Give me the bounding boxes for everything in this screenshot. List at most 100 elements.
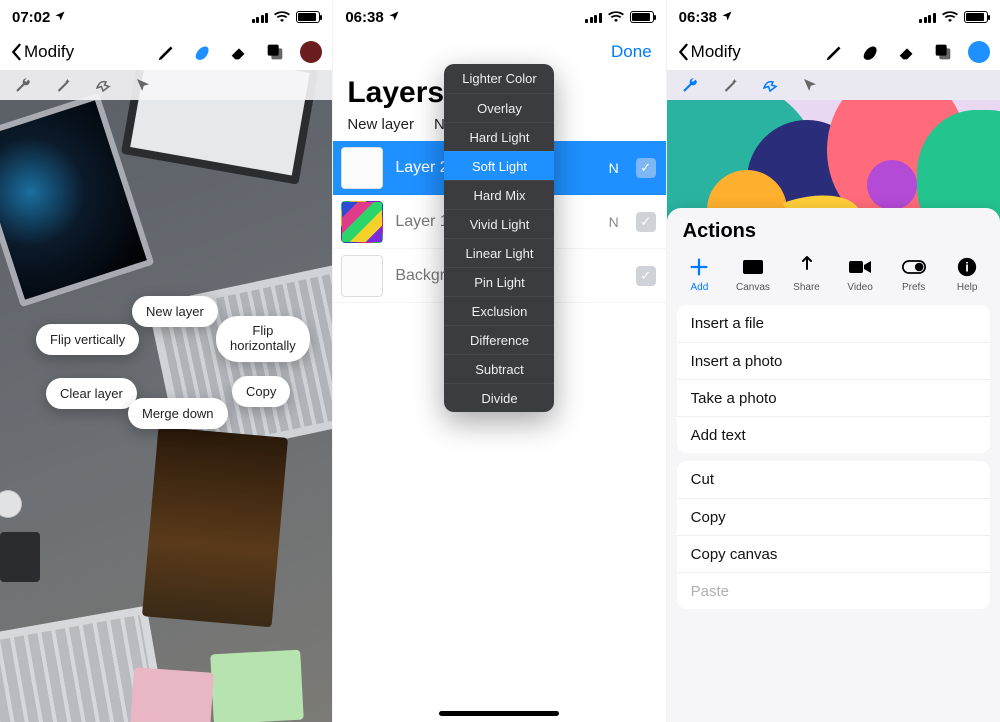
- phone-middle: 06:38 Done Layers New layer New group La…: [333, 0, 666, 722]
- eraser-icon[interactable]: [896, 41, 918, 63]
- tab-label: Help: [957, 282, 978, 293]
- photo-charger: [0, 532, 40, 582]
- actions-tab-share[interactable]: Share: [782, 255, 832, 293]
- layer-visibility-checkbox[interactable]: ✓: [636, 158, 656, 178]
- tab-label: Video: [847, 282, 872, 293]
- touch-indicator: [0, 490, 22, 518]
- photo-book: [142, 427, 288, 628]
- blend-mode-option[interactable]: Lighter Color: [444, 64, 554, 93]
- clock: 06:38: [679, 9, 717, 26]
- action-row[interactable]: Copy: [677, 498, 990, 535]
- phone-left: 07:02 Modify: [0, 0, 333, 722]
- color-swatch[interactable]: [968, 41, 990, 63]
- action-row[interactable]: Add text: [677, 416, 990, 453]
- share-icon: [795, 255, 819, 279]
- home-indicator[interactable]: [439, 711, 559, 716]
- action-row[interactable]: Cut: [677, 461, 990, 498]
- blend-mode-menu: Lighter ColorOverlayHard LightSoft Light…: [444, 64, 554, 412]
- layer-thumbnail: [341, 201, 383, 243]
- radial-clear-layer[interactable]: Clear layer: [46, 378, 137, 409]
- smudge-icon[interactable]: [192, 41, 214, 63]
- blend-mode-option[interactable]: Exclusion: [444, 296, 554, 325]
- action-row[interactable]: Insert a photo: [677, 342, 990, 379]
- modify-toolbar: [667, 70, 1000, 100]
- layer-visibility-checkbox[interactable]: ✓: [636, 212, 656, 232]
- cursor-icon[interactable]: [801, 76, 819, 94]
- art-blob: [867, 160, 917, 210]
- action-row[interactable]: Copy canvas: [677, 535, 990, 572]
- blend-mode-option[interactable]: Divide: [444, 383, 554, 412]
- actions-sheet: Actions Add Canvas Share Video Prefsi Help In…: [667, 208, 1000, 722]
- statusbar: 06:38: [667, 0, 1000, 34]
- signal-icon: [919, 12, 936, 23]
- selection-icon[interactable]: [94, 76, 112, 94]
- new-layer-button[interactable]: New layer: [347, 116, 414, 133]
- back-button[interactable]: Modify: [677, 42, 741, 62]
- blend-mode-option[interactable]: Overlay: [444, 93, 554, 122]
- chevron-left-icon: [10, 43, 22, 61]
- location-icon: [54, 9, 66, 26]
- statusbar: 06:38: [333, 0, 665, 34]
- help-icon: i: [955, 255, 979, 279]
- tab-label: Share: [793, 282, 820, 293]
- pencil-icon[interactable]: [824, 41, 846, 63]
- tab-label: Canvas: [736, 282, 770, 293]
- radial-flip-vertically[interactable]: Flip vertically: [36, 324, 139, 355]
- cursor-icon[interactable]: [134, 76, 152, 94]
- wifi-icon: [608, 9, 624, 26]
- layers-icon[interactable]: [264, 41, 286, 63]
- action-row-disabled: Paste: [677, 572, 990, 609]
- layer-visibility-checkbox[interactable]: ✓: [636, 266, 656, 286]
- actions-tab-add[interactable]: Add: [674, 255, 724, 293]
- tab-label: Add: [691, 282, 709, 293]
- blend-mode-option[interactable]: Hard Light: [444, 122, 554, 151]
- radial-copy[interactable]: Copy: [232, 376, 290, 407]
- layers-icon[interactable]: [932, 41, 954, 63]
- blend-mode-option[interactable]: Vivid Light: [444, 209, 554, 238]
- radial-merge-down[interactable]: Merge down: [128, 398, 228, 429]
- prefs-icon: [902, 255, 926, 279]
- photo-sticky-pink: [130, 667, 214, 722]
- wrench-icon[interactable]: [14, 76, 32, 94]
- blend-mode-option[interactable]: Linear Light: [444, 238, 554, 267]
- statusbar: 07:02: [0, 0, 332, 34]
- actions-tab-canvas[interactable]: Canvas: [728, 255, 778, 293]
- actions-tab-help[interactable]: i Help: [942, 255, 992, 293]
- done-button[interactable]: Done: [611, 42, 652, 62]
- video-icon: [848, 255, 872, 279]
- blend-mode-option[interactable]: Pin Light: [444, 267, 554, 296]
- layer-blend-letter[interactable]: N: [604, 160, 624, 176]
- battery-icon: [296, 11, 320, 23]
- action-row[interactable]: Take a photo: [677, 379, 990, 416]
- smudge-icon[interactable]: [860, 41, 882, 63]
- blend-mode-option[interactable]: Soft Light: [444, 151, 554, 180]
- canvas-icon: [741, 255, 765, 279]
- location-icon: [388, 9, 400, 26]
- blend-mode-option[interactable]: Difference: [444, 325, 554, 354]
- radial-flip-horizontally[interactable]: Fliphorizontally: [216, 316, 310, 362]
- blend-mode-option[interactable]: Subtract: [444, 354, 554, 383]
- clock: 07:02: [12, 9, 50, 26]
- actions-tabs: Add Canvas Share Video Prefsi Help: [667, 249, 1000, 297]
- back-button[interactable]: Modify: [10, 42, 74, 62]
- wand-icon[interactable]: [54, 76, 72, 94]
- add-icon: [687, 255, 711, 279]
- selection-icon[interactable]: [761, 76, 779, 94]
- navbar: Modify: [0, 34, 332, 70]
- actions-tab-video[interactable]: Video: [835, 255, 885, 293]
- layer-blend-letter[interactable]: N: [604, 214, 624, 230]
- wrench-icon[interactable]: [681, 76, 699, 94]
- wand-icon[interactable]: [721, 76, 739, 94]
- chevron-left-icon: [677, 43, 689, 61]
- action-row[interactable]: Insert a file: [677, 305, 990, 342]
- radial-new-layer[interactable]: New layer: [132, 296, 218, 327]
- eraser-icon[interactable]: [228, 41, 250, 63]
- sheet-title: Actions: [667, 208, 1000, 249]
- blend-mode-option[interactable]: Hard Mix: [444, 180, 554, 209]
- actions-group-clipboard: CutCopyCopy canvasPaste: [677, 461, 990, 609]
- pencil-icon[interactable]: [156, 41, 178, 63]
- color-swatch[interactable]: [300, 41, 322, 63]
- actions-tab-prefs[interactable]: Prefs: [889, 255, 939, 293]
- actions-group-add: Insert a fileInsert a photoTake a photoA…: [677, 305, 990, 453]
- battery-icon: [630, 11, 654, 23]
